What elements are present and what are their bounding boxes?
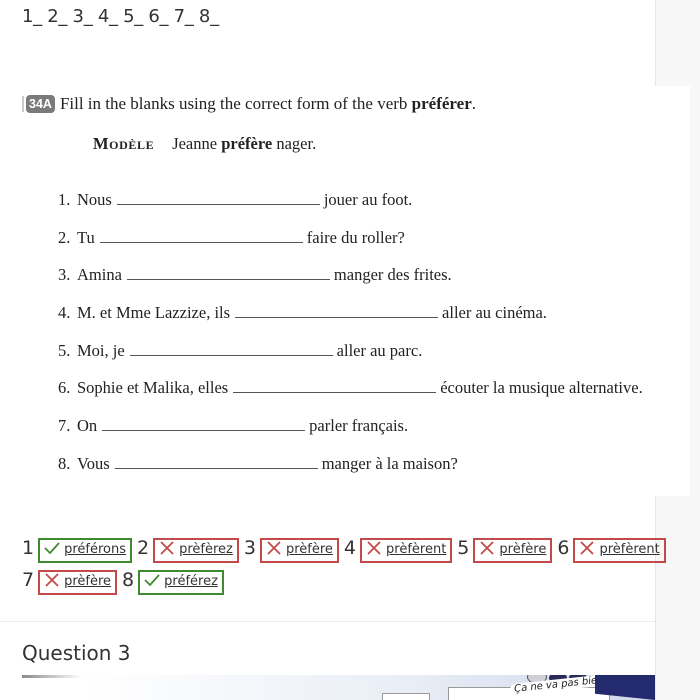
check-icon — [43, 540, 61, 556]
exercise-item: 7. On parler français. — [58, 416, 643, 454]
image-box — [382, 693, 430, 700]
x-icon — [365, 540, 383, 556]
instruction-verb: préférer — [411, 94, 472, 113]
exercise-item: 3. Amina manger des frites. — [58, 265, 643, 303]
worksheet-instruction: 34A Fill in the blanks using the correct… — [26, 94, 476, 114]
exercise-item: 1. Nous jouer au foot. — [58, 190, 643, 228]
item-rest: aller au cinéma. — [442, 303, 547, 323]
item-rest: manger à la maison? — [321, 453, 458, 473]
answer-number: 3 — [243, 537, 256, 559]
item-subject: Sophie et Malika, elles — [77, 378, 229, 398]
check-icon — [143, 572, 161, 588]
answer-number: 6 — [557, 537, 570, 559]
instruction-text: Fill in the blanks using the correct for… — [60, 94, 476, 114]
exercise-badge: 34A — [26, 95, 55, 113]
model-before: Jeanne — [172, 134, 222, 153]
answer-wrong: prèfère — [38, 570, 118, 595]
answer-feedback: 1 préférons 2 prèfèrez 3 prèfère 4 prèfèrent 5 pr… — [22, 532, 682, 596]
item-rest: parler français. — [309, 416, 409, 436]
item-subject: Moi, je — [77, 340, 125, 360]
answer-number: 4 — [343, 537, 357, 559]
answer-number: 8 — [122, 569, 135, 591]
worksheet-image: 34A Fill in the blanks using the correct… — [22, 86, 690, 496]
answer-wrong: prèfèrez — [153, 538, 239, 563]
item-number: 4. — [58, 303, 71, 323]
item-subject: On — [77, 416, 98, 436]
item-rest: aller au parc. — [336, 340, 423, 360]
answer-correct: préférez — [138, 570, 224, 595]
margin-mark — [22, 96, 24, 112]
item-blank — [126, 265, 330, 281]
x-icon — [158, 540, 176, 556]
item-blank — [102, 416, 306, 432]
item-rest: écouter la musique alternative. — [440, 378, 643, 398]
x-icon — [43, 572, 61, 588]
answer-value[interactable]: préférons — [64, 542, 126, 557]
answer-number: 7 — [22, 569, 35, 591]
model-after: nager. — [272, 134, 317, 153]
item-number: 8. — [58, 453, 71, 473]
answer-value[interactable]: prèfèrent — [386, 542, 446, 557]
answer-number: 1 — [22, 537, 35, 559]
question-title: Question 3 — [22, 641, 131, 665]
answer-value[interactable]: prèfère — [499, 542, 546, 557]
item-number: 3. — [58, 265, 71, 285]
item-subject: Tu — [77, 227, 95, 247]
item-subject: Vous — [77, 453, 110, 473]
exercise-item: 6. Sophie et Malika, elles écouter la musi… — [58, 378, 643, 416]
answer-number: 2 — [137, 537, 150, 559]
instruction-suffix: . — [471, 94, 477, 113]
instruction-prefix: Fill in the blanks using the correct for… — [59, 94, 412, 113]
exercise-item: 5. Moi, je aller au parc. — [58, 341, 643, 379]
x-icon — [578, 540, 596, 556]
answer-correct: préférons — [38, 538, 133, 563]
question-image: Ça ne va pas bien! — [22, 675, 655, 700]
item-rest: manger des frites. — [333, 265, 452, 285]
answer-wrong: prèfèrent — [360, 538, 453, 563]
answer-value[interactable]: prèfère — [286, 542, 333, 557]
item-blank — [99, 228, 303, 243]
model-verb: préfère — [221, 134, 273, 153]
answer-value[interactable]: préférez — [164, 574, 218, 589]
item-number: 7. — [58, 416, 71, 436]
model-label: Modèle — [93, 134, 155, 153]
item-subject: Amina — [77, 265, 122, 285]
model-example: Modèle Jeanne préfère nager. — [93, 134, 316, 154]
answer-wrong: prèfère — [259, 538, 339, 563]
x-icon — [478, 540, 496, 556]
exercise-item: 2. Tu faire du roller? — [58, 228, 643, 266]
item-subject: M. et Mme Lazzize, ils — [77, 303, 231, 323]
exercise-item: 4. M. et Mme Lazzize, ils aller au cinéma. — [58, 303, 643, 341]
item-number: 1. — [58, 190, 71, 209]
item-rest: faire du roller? — [306, 227, 405, 247]
answer-wrong: prèfèrent — [573, 538, 666, 563]
item-number: 5. — [58, 340, 71, 360]
exercise-item: 8. Vous manger à la maison? — [58, 454, 643, 492]
answer-wrong: prèfère — [473, 538, 553, 563]
item-subject: Nous — [77, 190, 112, 209]
answer-value[interactable]: prèfèrez — [179, 542, 233, 557]
exercise-items: 1. Nous jouer au foot. 2. Tu faire du roller?… — [58, 190, 643, 492]
answer-value[interactable]: prèfèrent — [599, 542, 659, 557]
answer-number: 5 — [457, 537, 470, 559]
item-rest: jouer au foot. — [323, 190, 413, 209]
answer-value[interactable]: prèfère — [64, 574, 111, 589]
item-blank — [116, 190, 320, 205]
section-divider — [0, 621, 655, 622]
item-number: 2. — [58, 227, 71, 247]
x-icon — [265, 540, 283, 556]
item-blank — [233, 378, 437, 394]
item-blank — [235, 303, 439, 319]
blanks-prompt: 1_ 2_ 3_ 4_ 5_ 6_ 7_ 8_ — [22, 6, 219, 27]
item-number: 6. — [58, 378, 71, 398]
item-blank — [129, 341, 333, 356]
title-underline — [22, 675, 82, 678]
item-blank — [114, 454, 318, 469]
